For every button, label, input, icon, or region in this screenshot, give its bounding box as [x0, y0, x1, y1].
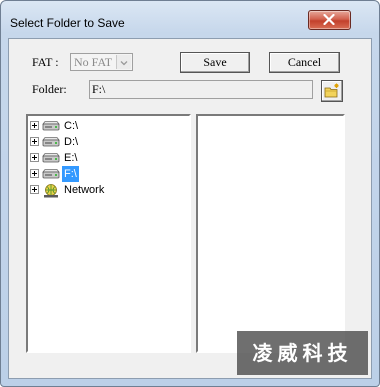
expand-icon[interactable] — [30, 121, 39, 130]
dialog-window: Select Folder to Save FAT : No FAT Save … — [0, 0, 380, 387]
fat-dropdown-value: No FAT — [74, 55, 113, 69]
expand-icon[interactable] — [30, 185, 39, 194]
title-bar[interactable]: Select Folder to Save — [1, 1, 379, 32]
cancel-button[interactable]: Cancel — [269, 52, 340, 73]
chevron-down-icon — [116, 55, 131, 69]
folder-label: Folder: — [32, 82, 67, 96]
tree-item-label: D:\ — [64, 136, 79, 148]
dialog-body: FAT : No FAT Save Cancel Folder: F:\ C:\… — [8, 38, 372, 379]
tree-item-c-drive[interactable]: C:\ — [28, 118, 178, 134]
drive-icon — [42, 137, 60, 147]
fat-label: FAT : — [32, 55, 59, 69]
new-folder-button[interactable] — [321, 80, 343, 102]
drive-icon — [42, 169, 60, 179]
network-icon — [44, 184, 58, 198]
tree-item-label: E:\ — [64, 152, 78, 164]
new-folder-icon — [324, 83, 339, 98]
folder-tree[interactable]: C:\ D:\ E:\ F:\ Network — [26, 114, 191, 353]
tree-item-d-drive[interactable]: D:\ — [28, 134, 178, 150]
tree-item-label-selected: F:\ — [62, 166, 79, 182]
folder-path-field[interactable]: F:\ — [89, 80, 313, 99]
tree-item-label: C:\ — [64, 120, 79, 132]
close-button[interactable] — [308, 10, 351, 30]
tree-item-network[interactable]: Network — [28, 182, 178, 198]
expand-icon[interactable] — [30, 137, 39, 146]
drive-icon — [42, 153, 60, 163]
expand-icon[interactable] — [30, 169, 39, 178]
file-list-pane[interactable] — [196, 114, 345, 353]
watermark-logo: 凌威科技 — [237, 331, 368, 375]
save-button[interactable]: Save — [180, 52, 250, 73]
drive-icon — [42, 121, 60, 131]
tree-item-f-drive[interactable]: F:\ — [28, 166, 178, 182]
window-title: Select Folder to Save — [10, 16, 125, 30]
expand-icon[interactable] — [30, 153, 39, 162]
tree-item-label: Network — [64, 184, 105, 196]
fat-dropdown[interactable]: No FAT — [70, 53, 133, 71]
close-icon — [323, 14, 335, 25]
tree-item-e-drive[interactable]: E:\ — [28, 150, 178, 166]
